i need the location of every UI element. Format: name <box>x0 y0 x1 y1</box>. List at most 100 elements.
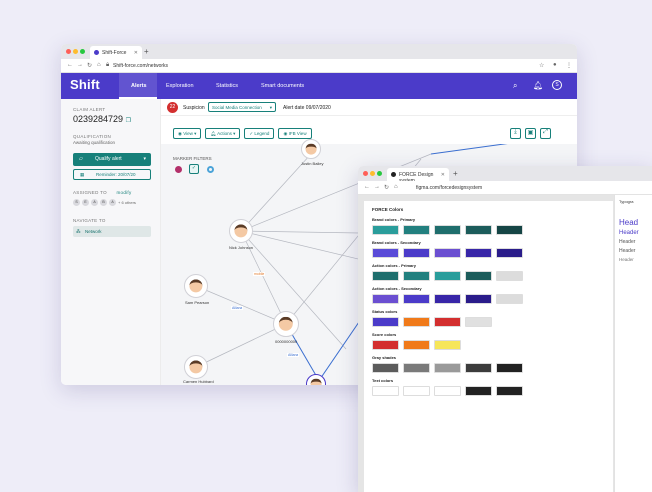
color-swatch[interactable] <box>372 225 399 235</box>
color-swatch[interactable] <box>372 317 399 327</box>
color-swatch[interactable] <box>496 294 523 304</box>
reload-icon[interactable]: ↻ <box>384 184 389 191</box>
color-swatch[interactable] <box>465 363 492 373</box>
color-swatch[interactable] <box>434 340 461 350</box>
nav-statistics[interactable]: Statistics <box>216 83 238 89</box>
close-dot[interactable] <box>66 49 71 54</box>
nav-exploration[interactable]: Exploration <box>166 83 194 89</box>
person-node[interactable] <box>273 311 299 337</box>
assignee-chip[interactable]: A <box>91 199 98 206</box>
color-swatch[interactable] <box>465 248 492 258</box>
color-swatch[interactable] <box>465 294 492 304</box>
person-node[interactable] <box>229 219 253 243</box>
color-swatch[interactable] <box>465 225 492 235</box>
close-tab-icon[interactable]: ✕ <box>441 172 445 178</box>
color-swatch[interactable] <box>372 363 399 373</box>
color-swatch[interactable] <box>465 271 492 281</box>
color-swatch[interactable] <box>434 248 461 258</box>
forward-icon[interactable]: → <box>374 184 380 190</box>
menu-icon[interactable]: ⋮ <box>566 62 572 69</box>
minimize-dot[interactable] <box>370 171 375 176</box>
more-assignees[interactable]: + 6 others <box>118 200 136 205</box>
back-icon[interactable]: ← <box>364 184 370 190</box>
maximize-dot[interactable] <box>80 49 85 54</box>
back-icon[interactable]: ← <box>67 62 73 68</box>
profile-icon[interactable]: ● <box>553 62 557 68</box>
home-icon[interactable]: ⌂ <box>394 184 398 190</box>
color-swatch[interactable] <box>496 363 523 373</box>
reload-icon[interactable]: ↻ <box>87 62 92 69</box>
assignee-chip[interactable]: S <box>73 199 80 206</box>
color-swatch[interactable] <box>403 271 430 281</box>
color-swatch[interactable] <box>403 340 430 350</box>
new-tab-icon[interactable]: + <box>144 47 149 56</box>
forward-icon[interactable]: → <box>77 62 83 68</box>
color-swatch[interactable] <box>496 225 523 235</box>
url-text[interactable]: Shift-force.com/networks <box>113 63 168 69</box>
color-swatch[interactable] <box>372 271 399 281</box>
color-swatch[interactable] <box>434 363 461 373</box>
color-swatch[interactable] <box>465 317 492 327</box>
color-swatch[interactable] <box>403 294 430 304</box>
person-node[interactable] <box>184 274 208 298</box>
color-swatch[interactable] <box>372 386 399 396</box>
search-icon[interactable]: ⌕ <box>513 81 517 91</box>
color-swatch[interactable] <box>403 363 430 373</box>
color-swatch[interactable] <box>372 340 399 350</box>
figma-canvas[interactable]: FORCE Colors Brand colors - Primary Brand… <box>358 195 652 492</box>
modify-link[interactable]: modify <box>116 190 131 195</box>
color-swatch[interactable] <box>434 271 461 281</box>
color-swatch[interactable] <box>496 248 523 258</box>
person-node[interactable] <box>301 139 321 159</box>
minimize-dot[interactable] <box>73 49 78 54</box>
swatch-row <box>372 363 605 373</box>
home-icon[interactable]: ⌂ <box>97 62 101 68</box>
color-swatch[interactable] <box>434 225 461 235</box>
assignee-chip[interactable]: B <box>100 199 107 206</box>
color-frame[interactable]: FORCE Colors Brand colors - Primary Brand… <box>364 201 613 492</box>
assignee-chip[interactable]: A <box>109 199 116 206</box>
url-text[interactable]: figma.com/forcedesignsystem <box>416 185 482 191</box>
star-icon[interactable]: ☆ <box>539 62 544 69</box>
color-swatch[interactable] <box>372 294 399 304</box>
browser-tab[interactable]: FORCE Design system ✕ <box>387 168 449 184</box>
node-label: Sam Pearson <box>185 300 210 305</box>
color-swatch[interactable] <box>403 225 430 235</box>
color-swatch[interactable] <box>434 317 461 327</box>
save-icon[interactable]: ▣ <box>525 128 536 139</box>
nav-smart-documents[interactable]: Smart documents <box>261 83 304 89</box>
color-swatch[interactable] <box>496 271 523 281</box>
fullscreen-icon[interactable]: ⤢ <box>540 128 551 139</box>
color-swatch[interactable] <box>434 386 461 396</box>
download-icon[interactable]: ⤓ <box>510 128 521 139</box>
person-node[interactable] <box>184 355 208 379</box>
color-swatch[interactable] <box>403 248 430 258</box>
color-swatch[interactable] <box>496 386 523 396</box>
bell-icon[interactable]: 🔔︎ <box>533 81 543 90</box>
close-dot[interactable] <box>363 171 368 176</box>
new-tab-icon[interactable]: + <box>453 169 458 178</box>
color-swatch[interactable] <box>434 294 461 304</box>
view-button[interactable]: ◉ View ▾ <box>173 128 202 139</box>
assignee-chip[interactable]: E <box>82 199 89 206</box>
color-swatch[interactable] <box>465 386 492 396</box>
reminder-button[interactable]: ▦ Reminder: 20/07/20 <box>73 169 151 180</box>
user-avatar[interactable]: S <box>552 80 562 90</box>
color-swatch[interactable] <box>403 317 430 327</box>
legend-button[interactable]: ✓ Legend <box>244 128 275 139</box>
maximize-dot[interactable] <box>377 171 382 176</box>
close-tab-icon[interactable]: ✕ <box>134 50 138 56</box>
navigate-network-item[interactable]: ⁂ Network <box>73 226 151 237</box>
copy-icon[interactable]: ❐ <box>126 118 131 124</box>
nav-alerts[interactable]: Alerts <box>131 83 147 89</box>
color-swatch[interactable] <box>403 386 430 396</box>
qualify-alert-button[interactable]: ▱ Qualify alert ▾ <box>73 153 151 166</box>
swatch-fill <box>434 317 461 327</box>
ifb-view-button[interactable]: ◉ IFB View <box>278 128 312 139</box>
color-swatch[interactable] <box>372 248 399 258</box>
typo-sample: Header <box>619 239 636 245</box>
brand-logo[interactable]: Shift <box>70 77 100 92</box>
actions-button[interactable]: 🔔︎ Actions ▾ <box>205 128 241 139</box>
browser-tab[interactable]: Shift-Force ✕ <box>90 46 142 59</box>
suspicion-select[interactable]: Social Media Connection ▾ <box>208 102 276 112</box>
